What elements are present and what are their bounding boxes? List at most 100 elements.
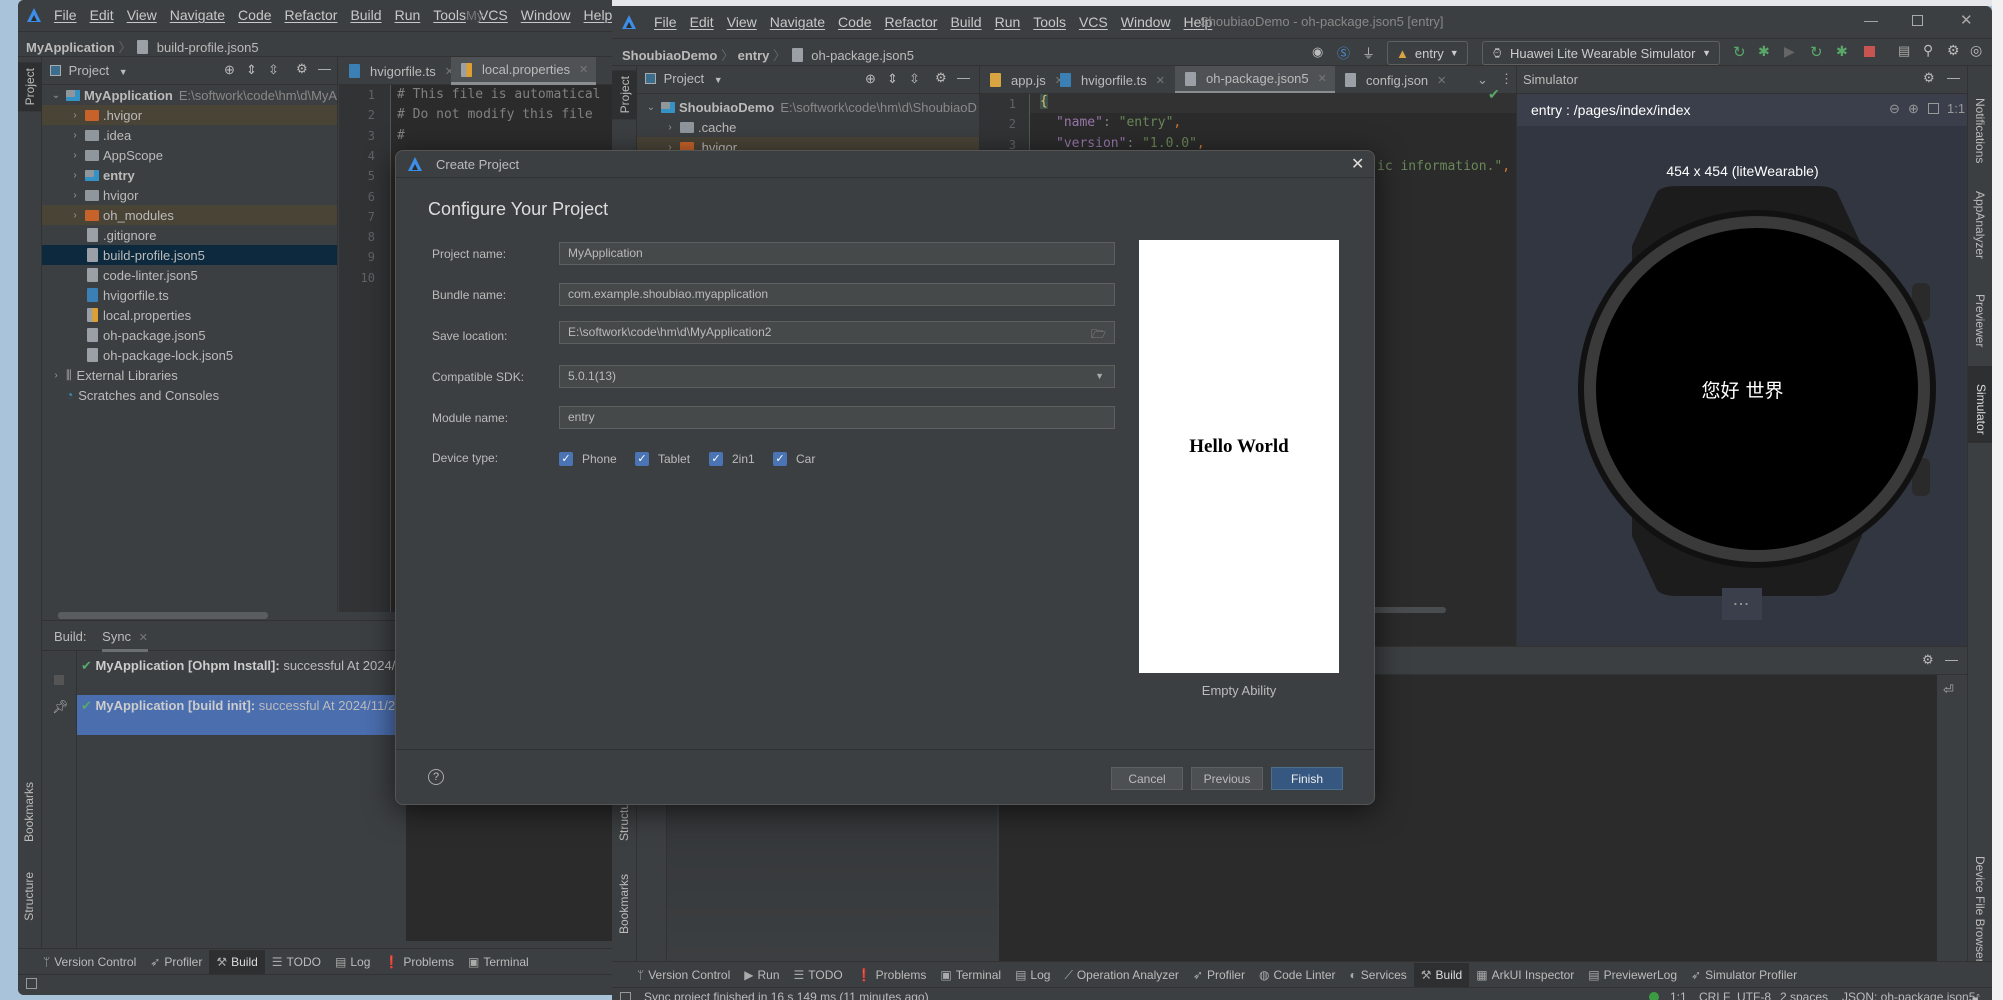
breadcrumb-file[interactable]: build-profile.json5 [157,40,259,55]
previous-button[interactable]: Previous [1191,767,1263,790]
stop-icon[interactable] [1864,46,1875,57]
menu-navigate[interactable]: Navigate [770,14,825,30]
car-checkbox-label[interactable]: Car [796,452,815,466]
tree-item[interactable]: ⌄ ShoubiaoDemo E:\softwork\code\hm\d\Sho… [637,97,979,117]
app-analyzer-tool-tab[interactable]: AppAnalyzer [1973,191,1987,259]
tree-item[interactable]: › AppScope [42,145,337,165]
close-icon[interactable]: ✕ [139,632,148,644]
project-tool-tab[interactable]: Project [18,62,42,112]
cancel-button[interactable]: Cancel [1111,767,1183,790]
menu-code[interactable]: Code [838,14,871,30]
build-row[interactable]: ✔ MyApplication [Ohpm Install]: successf… [77,655,405,681]
breadcrumb-module[interactable]: entry [738,48,770,63]
plug-icon[interactable]: ⏚ [1362,43,1375,62]
tree-item[interactable]: › hvigor [42,185,337,205]
browse-folder-icon[interactable]: 🗁︎ [1091,325,1106,346]
tree-item[interactable]: code-linter.json5 [42,265,337,285]
gear-icon[interactable]: ⚙ [935,70,947,86]
tool-window-services[interactable]: ◐ Services [1343,963,1414,987]
menu-window[interactable]: Window [521,7,571,23]
locate-icon[interactable]: ⊕ [224,62,235,78]
tree-item[interactable]: local.properties [42,305,337,325]
zoom-out-icon[interactable]: ⊖ [1889,101,1900,117]
minimize-icon[interactable]: — [957,70,970,85]
tool-window-build[interactable]: ⚒ Build [209,949,265,974]
chevron-right-icon[interactable]: › [69,170,81,181]
bundle-name-input[interactable]: com.example.shoubiao.myapplication [559,283,1115,306]
tree-item[interactable]: .gitignore [42,225,337,245]
tree-item[interactable]: › .hvigor [42,105,337,125]
close-window-button[interactable]: ✕ [1960,11,1973,29]
tool-window-profiler[interactable]: ➶ Profiler [1186,963,1252,987]
tree-item[interactable]: oh-package-lock.json5 [42,345,337,365]
chevron-right-icon[interactable]: › [69,210,81,221]
minimize-window-button[interactable]: — [1864,12,1878,28]
close-icon[interactable]: ✕ [1318,72,1327,85]
tool-window-code-linter[interactable]: ◍ Code Linter [1252,963,1343,987]
tree-item[interactable]: oh-package.json5 [42,325,337,345]
horizontal-scrollbar[interactable] [58,612,268,619]
2in1-checkbox[interactable]: ✓ [709,452,723,466]
chevron-down-icon[interactable]: ⌄ [645,102,657,113]
project-view-selector[interactable]: Project [664,71,704,86]
menu-build[interactable]: Build [350,7,381,23]
file-encoding[interactable]: UTF-8 [1737,990,1771,1000]
chevron-down-icon[interactable]: ⌄ [50,90,62,101]
car-checkbox[interactable]: ✓ [773,452,787,466]
zoom-reset-button[interactable]: 1:1 [1947,101,1965,116]
breadcrumb-project[interactable]: MyApplication [26,40,115,55]
lock-icon[interactable]: 🔓︎ [1972,990,1980,1000]
module-selector[interactable]: ▲ entry ▼ [1387,41,1468,65]
tool-window-log[interactable]: ▤ Log [1008,963,1057,987]
module-name-input[interactable]: entry [559,406,1115,429]
structure-tool-tab[interactable]: Structure [22,872,36,921]
zoom-in-icon[interactable]: ⊕ [1908,101,1919,117]
menu-view[interactable]: View [127,7,157,23]
editor-tab[interactable]: hvigorfile.ts ✕ [1050,66,1173,94]
menu-edit[interactable]: Edit [690,14,714,30]
chevron-right-icon[interactable]: › [69,110,81,121]
target-icon[interactable]: ◉ [1312,44,1323,60]
device-selector[interactable]: ⌚︎ Huawei Lite Wearable Simulator ▼ [1482,41,1720,65]
menu-refactor[interactable]: Refactor [285,7,338,23]
bookmarks-tool-tab[interactable]: Bookmarks [22,782,36,842]
pin-icon[interactable]: 📌︎ [52,699,69,715]
tool-window-problems[interactable]: ❗ Problems [377,950,461,974]
tool-window-terminal[interactable]: ▣ Terminal [933,963,1008,987]
tool-window-problems[interactable]: ❗ Problems [850,963,934,987]
menu-file[interactable]: File [654,14,677,30]
chevron-right-icon[interactable]: › [50,370,62,381]
menu-file[interactable]: File [54,7,77,23]
chevron-right-icon[interactable]: › [69,190,81,201]
debug-icon[interactable]: ✱ [1758,43,1770,60]
caret-position[interactable]: 1:1 [1670,990,1687,1000]
tree-item[interactable]: build-profile.json5 [42,245,337,265]
minimize-icon[interactable]: — [318,61,331,76]
soft-wrap-icon[interactable]: ⏎ [1943,682,1954,698]
phone-checkbox[interactable]: ✓ [559,452,573,466]
chevron-down-icon[interactable]: ▼ [119,67,128,77]
menu-code[interactable]: Code [238,7,271,23]
menu-help[interactable]: Help [584,7,613,23]
menu-build[interactable]: Build [950,14,981,30]
chevron-right-icon[interactable]: › [69,150,81,161]
tree-item[interactable]: › .idea [42,125,337,145]
tool-window-simulator-profiler[interactable]: ➶ Simulator Profiler [1684,963,1804,987]
chevron-down-icon[interactable]: ▼ [714,75,723,85]
close-icon[interactable]: ✕ [1437,74,1446,87]
tab-list-chevron-icon[interactable]: ⌄ [1477,72,1488,88]
previewer-tool-tab[interactable]: Previewer [1973,294,1987,347]
save-location-input[interactable]: E:\softwork\code\hm\d\MyApplication2 🗁︎ [559,321,1115,344]
tool-window-todo[interactable]: ☰ TODO [265,950,328,974]
menu-run[interactable]: Run [995,14,1021,30]
2in1-checkbox-label[interactable]: 2in1 [732,452,755,466]
tablet-checkbox-label[interactable]: Tablet [658,452,690,466]
close-icon[interactable]: ✕ [1156,74,1165,87]
tool-window-arkui-inspector[interactable]: ▦ ArkUI Inspector [1469,963,1581,987]
project-name-input[interactable]: MyApplication [559,242,1115,265]
device-file-browser-tool-tab[interactable]: Device File Browser [1973,856,1987,963]
project-tool-tab[interactable]: Project [612,70,637,120]
locate-icon[interactable]: ⊕ [865,71,876,87]
editor-tab[interactable]: local.properties ✕ [451,57,597,85]
collapse-all-icon[interactable]: ⇳ [909,71,920,87]
